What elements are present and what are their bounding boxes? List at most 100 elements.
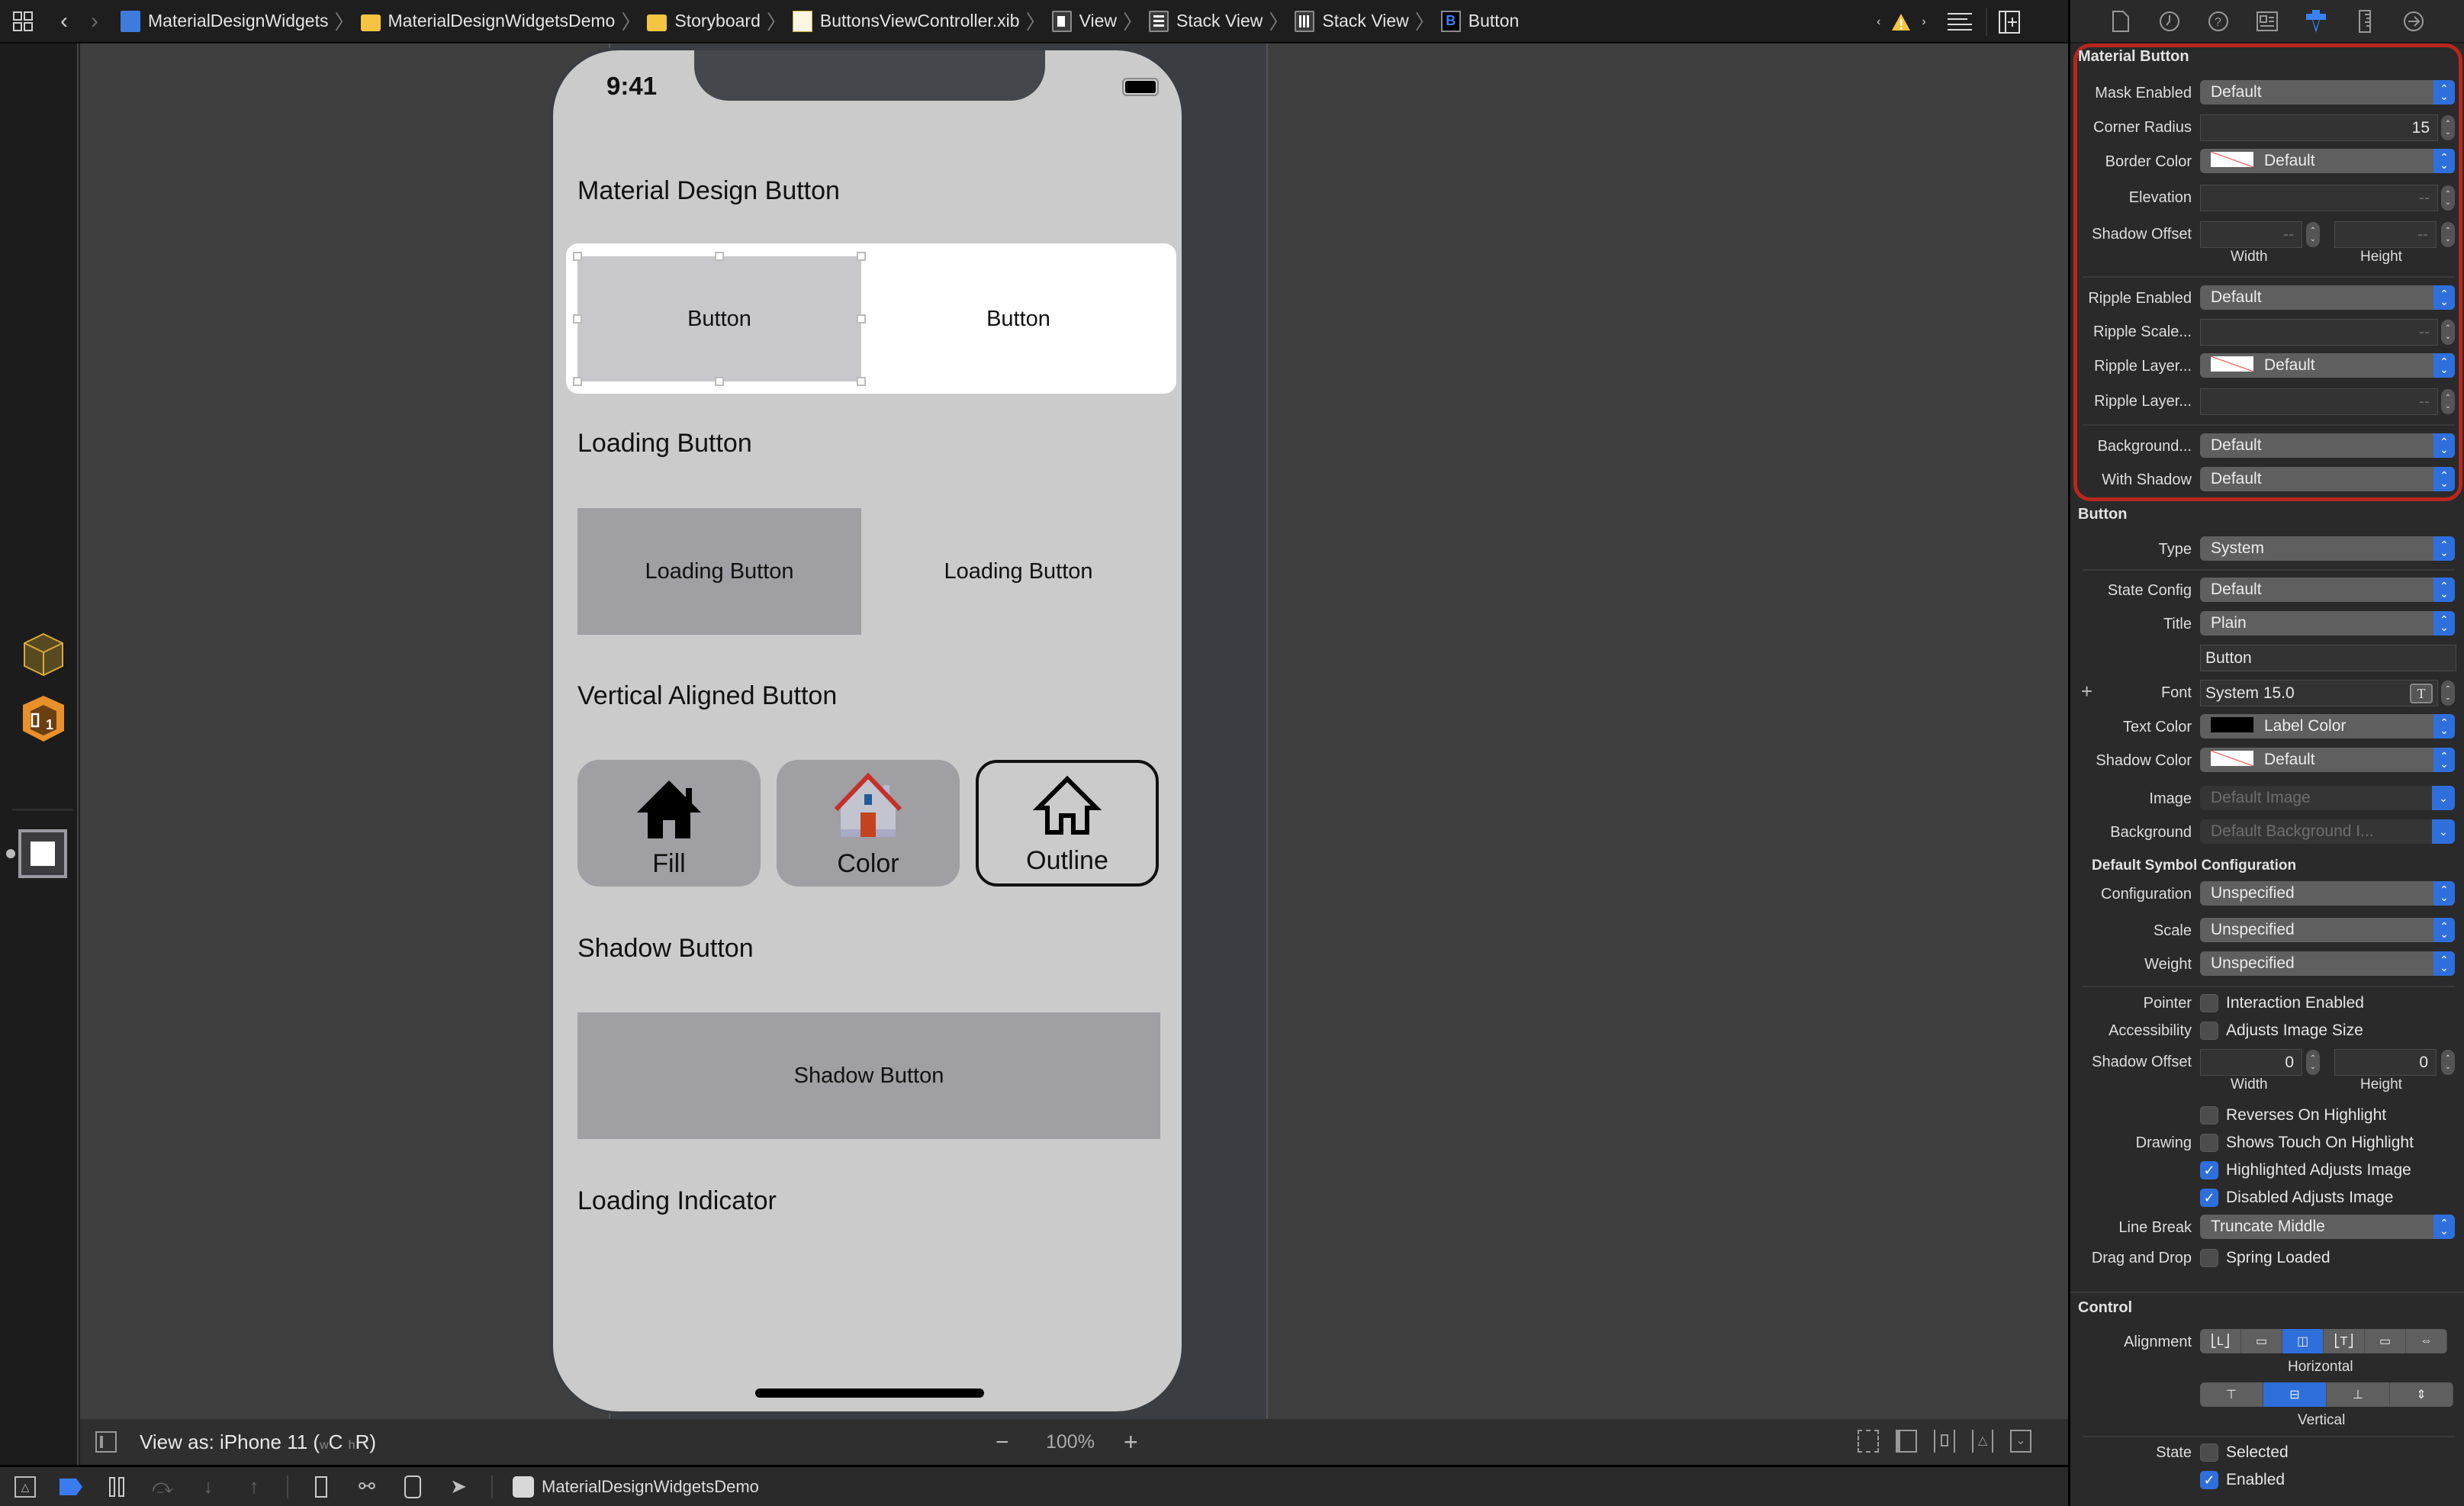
font-size-stepper[interactable]: ⌃ ⌄ bbox=[2441, 681, 2455, 706]
resize-handle[interactable] bbox=[573, 314, 582, 323]
scale-popup[interactable]: Unspecified ⌃ ⌄ bbox=[2200, 918, 2455, 942]
previous-issue-icon[interactable]: ‹ bbox=[1877, 15, 1880, 29]
identity-inspector-icon[interactable] bbox=[2254, 7, 2280, 36]
view-debugger-icon[interactable] bbox=[308, 1474, 334, 1500]
material-button-selected[interactable]: Button bbox=[577, 256, 861, 381]
selected-checkbox[interactable] bbox=[2200, 1443, 2218, 1462]
text-color-popup[interactable]: Label Color ⌃ ⌄ bbox=[2200, 714, 2455, 739]
align-center-icon[interactable]: ◫ bbox=[2282, 1329, 2324, 1353]
breadcrumb-item[interactable]: View 〉 bbox=[1051, 7, 1149, 35]
elevation-stepper[interactable]: ⌃ ⌄ bbox=[2441, 185, 2455, 211]
resize-handle[interactable] bbox=[573, 252, 582, 261]
vertical-button-fill[interactable]: Fill bbox=[577, 760, 761, 887]
ripple-scale-stepper[interactable]: ⌃ ⌄ bbox=[2441, 320, 2455, 345]
border-color-popup[interactable]: Default ⌃ ⌄ bbox=[2200, 149, 2455, 173]
image-combo[interactable]: Default Image ⌄ bbox=[2200, 786, 2455, 810]
breadcrumb-item[interactable]: MaterialDesignWidgetsDemo 〉 bbox=[360, 7, 648, 35]
first-responder-cube-icon[interactable]: 1 bbox=[21, 694, 66, 747]
align-top-icon[interactable]: ⊤ bbox=[2200, 1382, 2263, 1407]
placeholder-cube-icon[interactable] bbox=[21, 631, 66, 682]
shadow-offset-height-stepper[interactable]: ⌃ ⌄ bbox=[2441, 1050, 2455, 1075]
shadow-button[interactable]: Shadow Button bbox=[577, 1012, 1160, 1139]
configuration-popup[interactable]: Unspecified ⌃ ⌄ bbox=[2200, 881, 2455, 906]
file-inspector-icon[interactable] bbox=[2108, 7, 2134, 36]
vertical-alignment-control[interactable]: ⊤ ⊟ ⊥ ⇕ bbox=[2200, 1382, 2453, 1407]
shadow-offset-width-stepper[interactable]: ⌃ ⌄ bbox=[2306, 222, 2320, 247]
disabled-adjusts-checkbox[interactable]: ✓ bbox=[2200, 1189, 2218, 1207]
background-image-combo[interactable]: Default Background I... ⌄ bbox=[2200, 819, 2455, 844]
editor-options-icon[interactable] bbox=[1945, 11, 1975, 34]
resize-handle[interactable] bbox=[715, 377, 724, 386]
ripple-scale-field[interactable]: -- bbox=[2200, 319, 2438, 346]
breadcrumb-item[interactable]: MaterialDesignWidgets 〉 bbox=[121, 7, 361, 35]
shadow-offset-height-field[interactable]: 0 bbox=[2334, 1049, 2437, 1076]
attributes-inspector-icon[interactable] bbox=[2303, 7, 2329, 36]
add-variation-icon[interactable]: + bbox=[2081, 680, 2092, 703]
title-style-popup[interactable]: Plain ⌃ ⌄ bbox=[2200, 611, 2455, 636]
enabled-checkbox[interactable]: ✓ bbox=[2200, 1471, 2218, 1489]
corner-radius-stepper[interactable]: ⌃ ⌄ bbox=[2441, 115, 2455, 140]
align-middle-icon[interactable]: ⊟ bbox=[2263, 1382, 2327, 1407]
align-fill-icon[interactable]: ⇔ bbox=[2406, 1329, 2447, 1353]
ripple-layer-color-popup[interactable]: Default ⌃ ⌄ bbox=[2200, 353, 2455, 378]
resize-handle[interactable] bbox=[573, 377, 582, 386]
shadow-offset-width-stepper[interactable]: ⌃ ⌄ bbox=[2306, 1050, 2320, 1075]
vertical-button-color[interactable]: Color bbox=[777, 760, 960, 887]
view-thumbnail-icon[interactable] bbox=[18, 829, 67, 878]
type-popup[interactable]: System ⌃ ⌄ bbox=[2200, 536, 2455, 561]
ripple-layer-alpha-stepper[interactable]: ⌃ ⌄ bbox=[2441, 389, 2455, 414]
hide-debug-area-icon[interactable]: △ bbox=[12, 1474, 38, 1500]
font-picker-icon[interactable]: T bbox=[2410, 684, 2433, 703]
scheme-target[interactable]: MaterialDesignWidgetsDemo bbox=[513, 1475, 759, 1498]
font-field[interactable]: System 15.0 T bbox=[2200, 680, 2438, 706]
warning-icon[interactable] bbox=[1891, 12, 1911, 32]
align-left-icon[interactable]: ▭ bbox=[2241, 1329, 2282, 1353]
zoom-out-icon[interactable]: − bbox=[996, 1430, 1009, 1456]
loading-button[interactable]: Loading Button bbox=[577, 508, 861, 635]
align-leading-icon[interactable]: ⎣L⎦ bbox=[2200, 1329, 2241, 1353]
align-fill-vertical-icon[interactable]: ⇕ bbox=[2390, 1382, 2453, 1407]
resolve-issues-icon[interactable]: ⌄ bbox=[2010, 1430, 2031, 1453]
add-constraints-icon[interactable]: △ bbox=[1972, 1430, 1993, 1453]
toggle-outline-icon[interactable] bbox=[95, 1431, 117, 1453]
shows-touch-checkbox[interactable] bbox=[2200, 1134, 2218, 1152]
next-issue-icon[interactable]: › bbox=[1922, 15, 1925, 29]
elevation-field[interactable]: -- bbox=[2200, 185, 2438, 211]
horizontal-alignment-control[interactable]: ⎣L⎦ ▭ ◫ ⎣T⎦ ▭ ⇔ bbox=[2200, 1329, 2447, 1353]
breadcrumb-item[interactable]: Stack View 〉 bbox=[1149, 7, 1295, 35]
add-editor-icon[interactable] bbox=[1998, 10, 2021, 34]
breadcrumb-item[interactable]: ButtonsViewController.xib 〉 bbox=[792, 7, 1052, 35]
forward-chevron-icon[interactable]: › bbox=[79, 6, 110, 37]
state-config-popup[interactable]: Default ⌃ ⌄ bbox=[2200, 578, 2455, 602]
align-right-icon[interactable]: ▭ bbox=[2365, 1329, 2406, 1353]
update-frames-icon[interactable] bbox=[1858, 1430, 1879, 1453]
breadcrumb-item[interactable]: Storyboard 〉 bbox=[647, 7, 793, 35]
shadow-offset-width-field[interactable]: -- bbox=[2200, 221, 2302, 248]
quick-help-icon[interactable]: ? bbox=[2205, 7, 2231, 36]
title-text-field[interactable]: Button bbox=[2200, 645, 2456, 671]
breakpoints-icon[interactable] bbox=[58, 1474, 84, 1500]
memory-graph-icon[interactable]: ⚯ bbox=[354, 1474, 380, 1500]
align-icon[interactable] bbox=[1934, 1430, 1955, 1453]
align-trailing-icon[interactable]: ⎣T⎦ bbox=[2324, 1329, 2365, 1353]
connections-inspector-icon[interactable] bbox=[2401, 7, 2427, 36]
pause-icon[interactable] bbox=[104, 1474, 130, 1500]
ripple-enabled-popup[interactable]: Default ⌃ ⌄ bbox=[2200, 285, 2455, 310]
shadow-offset-height-field[interactable]: -- bbox=[2334, 221, 2437, 248]
shadow-offset-width-field[interactable]: 0 bbox=[2200, 1049, 2302, 1076]
size-inspector-icon[interactable] bbox=[2352, 7, 2378, 36]
zoom-in-icon[interactable]: + bbox=[1124, 1428, 1138, 1456]
simulate-location-icon[interactable]: ➤ bbox=[446, 1474, 471, 1500]
resize-handle[interactable] bbox=[857, 377, 866, 386]
mask-enabled-popup[interactable]: Default ⌃ ⌄ bbox=[2200, 80, 2455, 105]
line-break-popup[interactable]: Truncate Middle ⌃ ⌄ bbox=[2200, 1215, 2455, 1239]
spring-loaded-checkbox[interactable] bbox=[2200, 1249, 2218, 1267]
environment-overrides-icon[interactable] bbox=[400, 1474, 426, 1500]
resize-handle[interactable] bbox=[857, 314, 866, 323]
corner-radius-field[interactable]: 15 bbox=[2200, 114, 2438, 141]
pointer-interaction-checkbox[interactable] bbox=[2200, 994, 2218, 1012]
weight-popup[interactable]: Unspecified ⌃ ⌄ bbox=[2200, 951, 2455, 976]
resize-handle[interactable] bbox=[715, 252, 724, 261]
history-inspector-icon[interactable] bbox=[2157, 7, 2183, 36]
highlighted-adjusts-checkbox[interactable]: ✓ bbox=[2200, 1161, 2218, 1179]
